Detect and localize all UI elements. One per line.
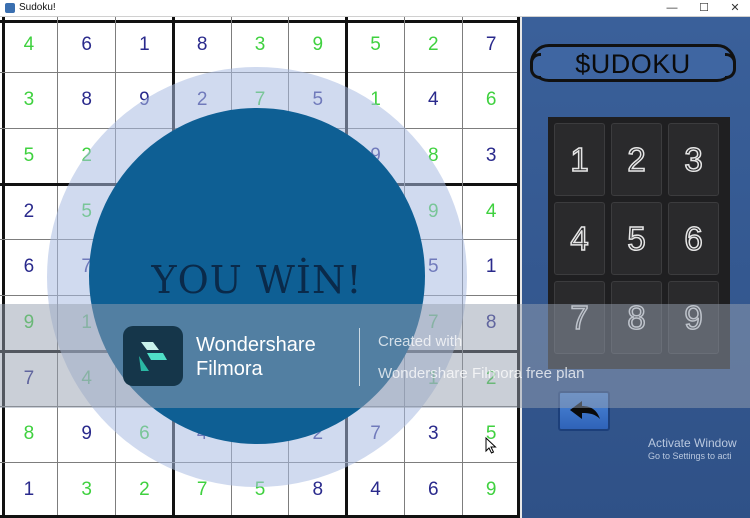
mouse-cursor-icon <box>485 436 497 460</box>
close-button[interactable]: ✕ <box>717 0 750 16</box>
app-icon <box>5 3 15 13</box>
sudoku-cell[interactable]: 8 <box>0 407 58 463</box>
watermark-band <box>0 304 750 408</box>
sudoku-cell[interactable]: 7 <box>462 17 520 73</box>
watermark-divider <box>359 328 360 386</box>
title-badge: $UDOKU <box>530 44 736 82</box>
control-panel: $UDOKU 123456789 Activate Window Go to S… <box>520 17 750 518</box>
keypad-key-3[interactable]: 3 <box>668 123 719 196</box>
filmora-logo-icon <box>139 342 167 371</box>
game-title: $UDOKU <box>575 49 691 79</box>
sudoku-cell[interactable]: 1 <box>116 17 174 73</box>
sudoku-cell[interactable]: 9 <box>289 17 347 73</box>
activate-windows-notice: Activate Window Go to Settings to acti <box>648 436 737 461</box>
window-title: Sudoku! <box>19 2 56 13</box>
watermark-plan: Wondershare Filmora free plan <box>378 365 585 382</box>
activate-subtitle: Go to Settings to acti <box>648 451 732 461</box>
sudoku-cell[interactable]: 8 <box>173 17 231 73</box>
sudoku-cell[interactable]: 4 <box>347 462 405 518</box>
window-titlebar: Sudoku! — ☐ ✕ <box>0 0 750 17</box>
sudoku-cell[interactable]: 1 <box>462 240 520 296</box>
watermark-created: Created with <box>378 333 463 350</box>
sudoku-cell[interactable]: 4 <box>404 73 462 129</box>
sudoku-cell[interactable]: 1 <box>0 462 58 518</box>
sudoku-cell[interactable]: 2 <box>116 462 174 518</box>
sudoku-cell[interactable]: 6 <box>462 73 520 129</box>
grid-line-vertical <box>2 17 5 518</box>
sudoku-cell[interactable]: 3 <box>462 128 520 184</box>
sudoku-cell[interactable]: 6 <box>58 17 116 73</box>
sudoku-cell[interactable]: 8 <box>58 73 116 129</box>
sudoku-cell[interactable]: 5 <box>347 17 405 73</box>
sudoku-cell[interactable]: 9 <box>462 462 520 518</box>
sudoku-cell[interactable]: 5 <box>0 128 58 184</box>
sudoku-cell[interactable]: 2 <box>404 17 462 73</box>
keypad-key-4[interactable]: 4 <box>554 202 605 275</box>
keypad-key-6[interactable]: 6 <box>668 202 719 275</box>
sudoku-cell[interactable]: 3 <box>58 462 116 518</box>
keypad-key-5[interactable]: 5 <box>611 202 662 275</box>
filmora-logo <box>123 326 183 386</box>
sudoku-cell[interactable]: 6 <box>404 462 462 518</box>
sudoku-cell[interactable]: 4 <box>0 17 58 73</box>
keypad-key-2[interactable]: 2 <box>611 123 662 196</box>
sudoku-cell[interactable]: 3 <box>0 73 58 129</box>
grid-line-horizontal <box>0 20 520 23</box>
sudoku-cell[interactable]: 3 <box>231 17 289 73</box>
watermark-brand-line2: Filmora <box>196 358 263 380</box>
watermark-brand-line1: Wondershare <box>196 334 316 356</box>
win-message: YOU WİN! <box>151 258 363 302</box>
keypad-key-1[interactable]: 1 <box>554 123 605 196</box>
minimize-button[interactable]: — <box>654 0 690 16</box>
activate-title: Activate Window <box>648 436 737 450</box>
sudoku-cell[interactable]: 4 <box>462 184 520 240</box>
sudoku-cell[interactable]: 2 <box>0 184 58 240</box>
